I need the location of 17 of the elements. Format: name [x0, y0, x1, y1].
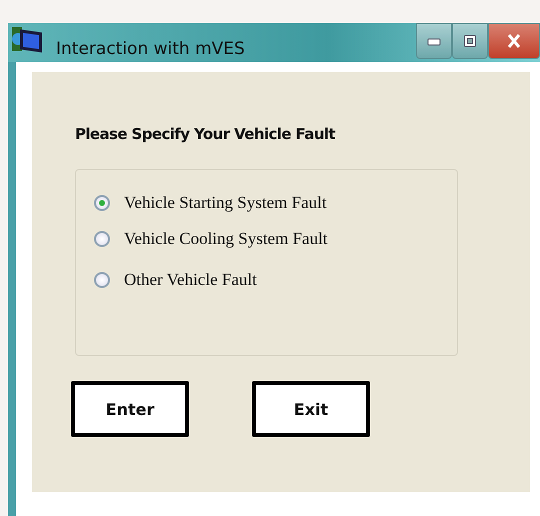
radio-button[interactable] [94, 272, 110, 288]
radio-button[interactable] [94, 195, 110, 211]
maximize-icon [463, 34, 477, 48]
radio-option[interactable]: Vehicle Starting System Fault [94, 190, 457, 216]
window-title: Interaction with mVES [56, 38, 245, 58]
exit-button[interactable]: Exit [252, 381, 370, 437]
minimize-icon [427, 36, 441, 46]
enter-button[interactable]: Enter [71, 381, 189, 437]
close-button[interactable] [488, 23, 540, 59]
fault-heading: Please Specify Your Vehicle Fault [75, 125, 336, 143]
radio-option[interactable]: Other Vehicle Fault [94, 267, 457, 293]
radio-option[interactable]: Vehicle Cooling System Fault [94, 226, 457, 252]
minimize-button[interactable] [416, 23, 452, 59]
close-icon [506, 33, 522, 49]
maximize-button[interactable] [452, 23, 488, 59]
radio-button[interactable] [94, 231, 110, 247]
monitor-icon [10, 24, 44, 54]
